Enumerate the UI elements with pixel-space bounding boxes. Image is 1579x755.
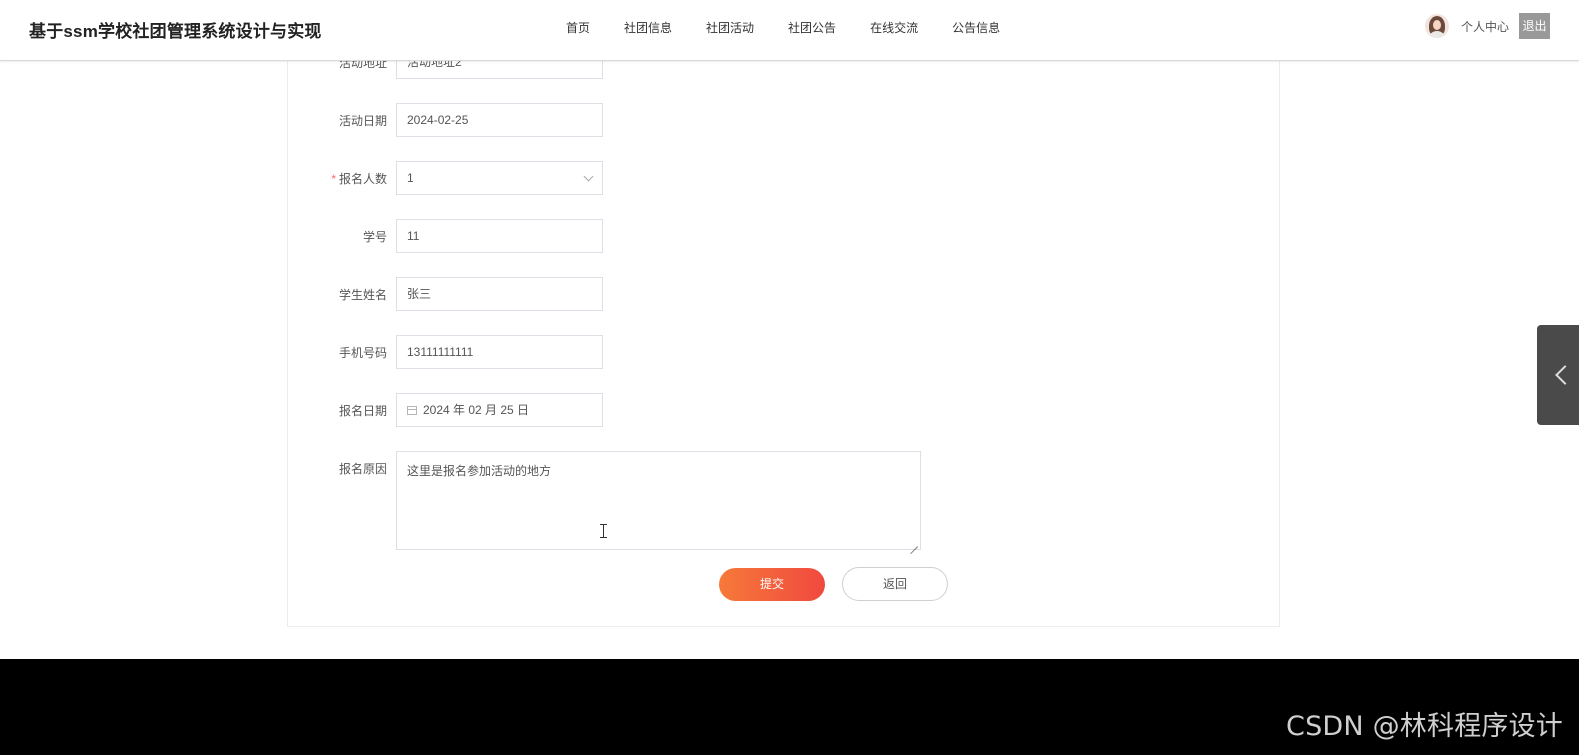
form-row-student-id: 学号 11 xyxy=(287,219,1280,253)
logout-button[interactable]: 退出 xyxy=(1519,13,1550,39)
chevron-left-icon xyxy=(1555,365,1575,385)
select-value: 1 xyxy=(407,171,414,185)
form-row-activity-date: 活动日期 2024-02-25 xyxy=(287,103,1280,137)
signup-reason-textarea[interactable]: 这里是报名参加活动的地方 xyxy=(396,451,921,550)
field-label: 报名日期 xyxy=(338,404,387,418)
signup-date-picker[interactable]: 2024 年 02 月 25 日 xyxy=(396,393,603,427)
field-label: 手机号码 xyxy=(338,346,387,360)
student-name-field[interactable]: 张三 xyxy=(396,277,603,311)
required-mark: * xyxy=(331,172,336,186)
form-row-signup-date: 报名日期 2024 年 02 月 25 日 xyxy=(287,393,1280,427)
chevron-down-icon xyxy=(583,171,594,182)
date-value: 2024 年 02 月 25 日 xyxy=(423,403,530,417)
submit-button[interactable]: 提交 xyxy=(719,568,825,601)
student-id-field[interactable]: 11 xyxy=(396,219,603,253)
field-label: * 报名人数 xyxy=(331,170,387,187)
side-panel-toggle[interactable] xyxy=(1537,325,1579,425)
calendar-icon xyxy=(407,406,417,415)
form-row-signup-reason: 报名原因 这里是报名参加活动的地方 xyxy=(287,451,1280,551)
resize-handle[interactable] xyxy=(910,539,918,547)
nav-item-home[interactable]: 首页 xyxy=(566,19,590,36)
field-label: 活动日期 xyxy=(338,114,387,128)
field-label-text: 报名人数 xyxy=(338,172,387,186)
activity-date-field[interactable]: 2024-02-25 xyxy=(396,103,603,137)
top-navigation-bar: 基于ssm学校社团管理系统设计与实现 首页 社团信息 社团活动 社团公告 在线交… xyxy=(0,0,1579,61)
nav-item-club-announcements[interactable]: 社团公告 xyxy=(788,19,836,36)
main-nav: 首页 社团信息 社团活动 社团公告 在线交流 公告信息 xyxy=(566,19,1034,36)
nav-item-club-info[interactable]: 社团信息 xyxy=(624,19,672,36)
text-cursor-icon xyxy=(600,524,608,538)
field-label: 报名原因 xyxy=(338,462,387,476)
nav-item-club-activities[interactable]: 社团活动 xyxy=(706,19,754,36)
nav-item-notice-info[interactable]: 公告信息 xyxy=(952,19,1000,36)
form-row-phone: 手机号码 13111111111 xyxy=(287,335,1280,369)
form-row-signup-count: * 报名人数 1 xyxy=(287,161,1280,195)
signup-count-select[interactable]: 1 xyxy=(396,161,603,195)
field-label: 学号 xyxy=(362,230,387,244)
phone-field[interactable]: 13111111111 xyxy=(396,335,603,369)
site-title: 基于ssm学校社团管理系统设计与实现 xyxy=(29,22,322,41)
textarea-content: 这里是报名参加活动的地方 xyxy=(407,464,552,478)
nav-item-online-chat[interactable]: 在线交流 xyxy=(870,19,918,36)
watermark-text: CSDN @林科程序设计 xyxy=(1286,711,1563,742)
back-button[interactable]: 返回 xyxy=(842,567,948,601)
profile-link[interactable]: 个人中心 xyxy=(1461,18,1509,35)
field-label: 学生姓名 xyxy=(338,288,387,302)
user-area: 个人中心 退出 xyxy=(1424,13,1550,39)
avatar[interactable] xyxy=(1424,14,1449,38)
footer: CSDN @林科程序设计 xyxy=(0,659,1579,755)
form-row-student-name: 学生姓名 张三 xyxy=(287,277,1280,311)
